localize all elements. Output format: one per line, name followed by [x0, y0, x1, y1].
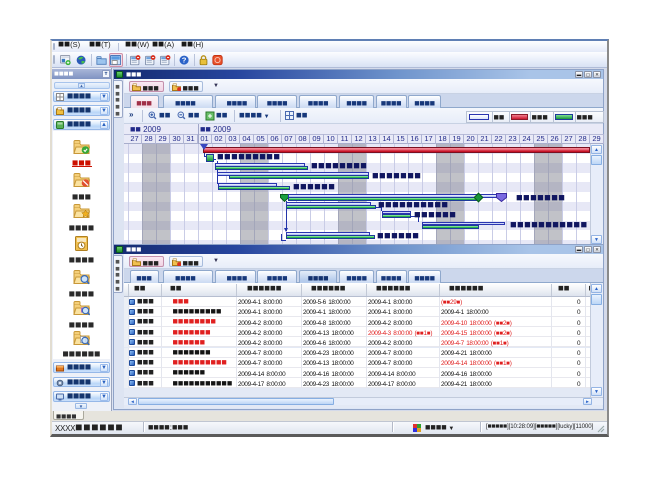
- svg-text:?: ?: [182, 56, 187, 65]
